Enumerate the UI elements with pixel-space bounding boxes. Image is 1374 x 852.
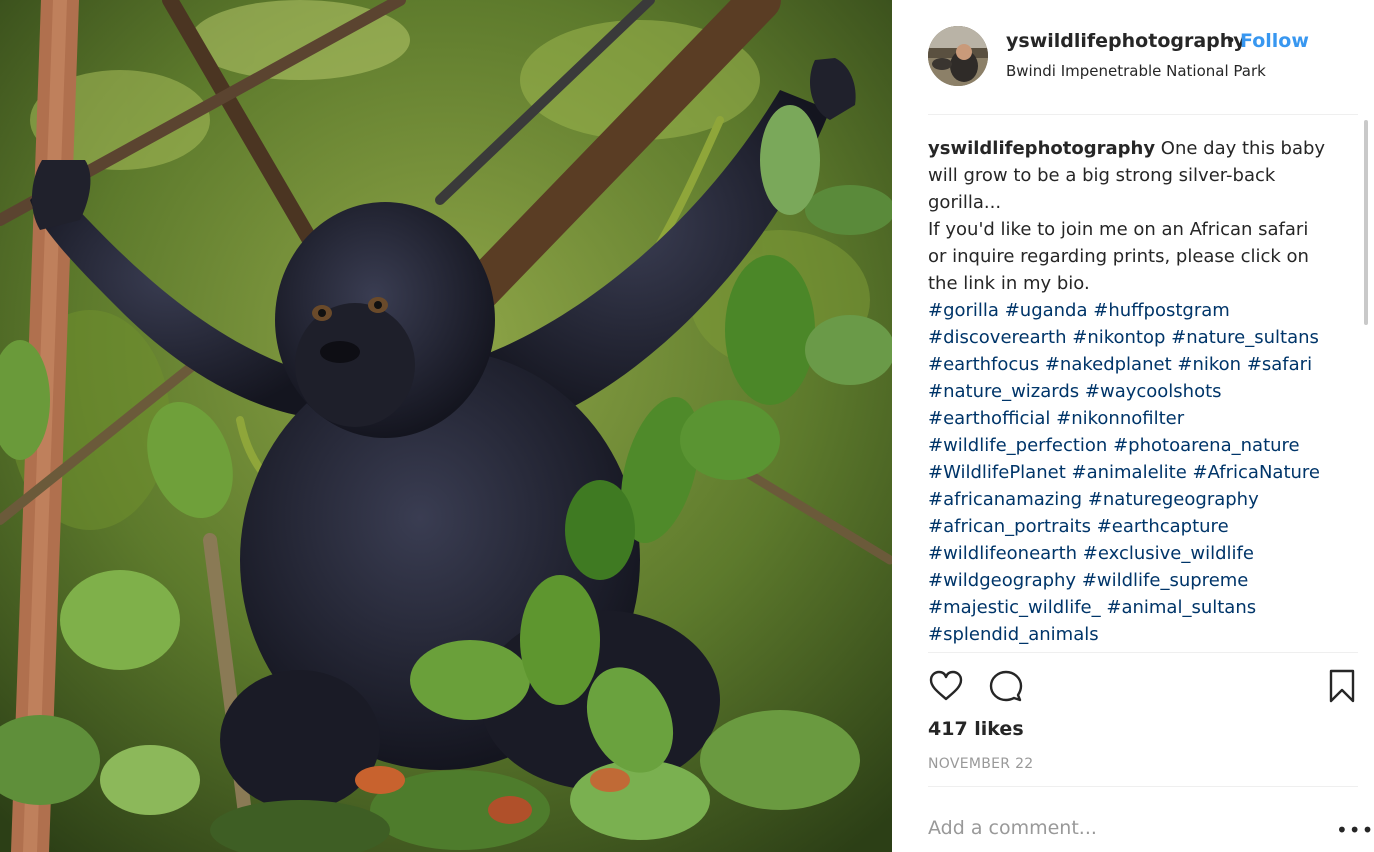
hashtag-link[interactable]: #african_portraits	[928, 516, 1091, 537]
post-caption: yswildlifephotography One day this baby w…	[928, 135, 1328, 648]
hashtag-link[interactable]: #uganda	[1005, 300, 1088, 321]
hashtag-link[interactable]: #wildlifeonearth	[928, 543, 1077, 564]
hashtag-link[interactable]: #exclusive_wildlife	[1083, 543, 1254, 564]
hashtag-link[interactable]: #earthofficial	[928, 408, 1050, 429]
hashtag-link[interactable]: #nikon	[1177, 354, 1241, 375]
hashtag-link[interactable]: #discoverearth	[928, 327, 1067, 348]
hashtag-line: #africanamazing #naturegeography	[928, 486, 1328, 513]
hashtag-line: #nature_wizards #waycoolshots	[928, 378, 1328, 405]
avatar[interactable]	[928, 26, 988, 86]
hashtag-line: #discoverearth #nikontop #nature_sultans	[928, 324, 1328, 351]
hashtag-line: #splendid_animals	[928, 621, 1328, 648]
caption-line: If you'd like to join me on an African s…	[928, 219, 1309, 240]
hashtag-link[interactable]: #earthcapture	[1097, 516, 1229, 537]
hashtag-link[interactable]: #gorilla	[928, 300, 999, 321]
hashtag-link[interactable]: #huffpostgram	[1093, 300, 1230, 321]
header-divider	[928, 114, 1358, 115]
hashtag-link[interactable]: #animalelite	[1072, 462, 1187, 483]
caption-line: will grow to be a big strong silver-back	[928, 165, 1276, 186]
hashtag-link[interactable]: #splendid_animals	[928, 624, 1099, 645]
post-username[interactable]: yswildlifephotography	[1006, 30, 1246, 52]
hashtag-line: #earthfocus #nakedplanet #nikon #safari	[928, 351, 1328, 378]
hashtag-link[interactable]: #AfricaNature	[1193, 462, 1320, 483]
caption-line: gorilla...	[928, 192, 1002, 213]
post-location[interactable]: Bwindi Impenetrable National Park	[1006, 62, 1266, 80]
hashtag-link[interactable]: #nakedplanet	[1045, 354, 1172, 375]
hashtag-link[interactable]: #safari	[1247, 354, 1312, 375]
hashtag-link[interactable]: #earthfocus	[928, 354, 1039, 375]
hashtag-link[interactable]: #photoarena_nature	[1113, 435, 1300, 456]
hashtag-link[interactable]: #nikontop	[1072, 327, 1165, 348]
hashtag-link[interactable]: #nature_sultans	[1171, 327, 1319, 348]
hashtag-line: #earthofficial #nikonnofilter	[928, 405, 1328, 432]
post-actions	[928, 668, 1358, 704]
more-options-button[interactable]: •••	[1336, 818, 1374, 842]
hashtag-link[interactable]: #WildlifePlanet	[928, 462, 1066, 483]
likes-count[interactable]: 417 likes	[928, 718, 1024, 740]
caption-line: the link in my bio.	[928, 273, 1090, 294]
hashtag-line: #wildgeography #wildlife_supreme	[928, 567, 1328, 594]
heart-icon[interactable]	[928, 668, 964, 704]
hashtag-link[interactable]: #nikonnofilter	[1056, 408, 1184, 429]
hashtag-link[interactable]: #animal_sultans	[1106, 597, 1256, 618]
caption-text: One day this baby	[1155, 138, 1326, 159]
caption-line: or inquire regarding prints, please clic…	[928, 246, 1309, 267]
hashtag-link[interactable]: #wildgeography	[928, 570, 1076, 591]
hashtag-line: #majestic_wildlife_ #animal_sultans	[928, 594, 1328, 621]
post-header: yswildlifephotography • Follow Bwindi Im…	[928, 26, 1358, 86]
caption-line: yswildlifephotography One day this baby	[928, 135, 1328, 162]
hashtag-link[interactable]: #waycoolshots	[1085, 381, 1222, 402]
hashtag-link[interactable]: #majestic_wildlife_	[928, 597, 1101, 618]
post-date[interactable]: NOVEMBER 22	[928, 756, 1034, 772]
hashtag-link[interactable]: #nature_wizards	[928, 381, 1079, 402]
hashtag-link[interactable]: #wildlife_supreme	[1082, 570, 1249, 591]
comment-input[interactable]: Add a comment...	[928, 817, 1288, 839]
gorilla-photo-image	[0, 0, 892, 852]
separator-dot: •	[1225, 30, 1237, 52]
post-photo[interactable]	[0, 0, 892, 852]
actions-divider	[928, 652, 1358, 653]
caption-username[interactable]: yswildlifephotography	[928, 138, 1155, 159]
comment-divider	[928, 786, 1358, 787]
comment-icon[interactable]	[988, 668, 1024, 704]
hashtag-link[interactable]: #africanamazing	[928, 489, 1082, 510]
caption-scrollbar[interactable]	[1364, 120, 1368, 325]
hashtag-link[interactable]: #naturegeography	[1088, 489, 1259, 510]
hashtag-link[interactable]: #wildlife_perfection	[928, 435, 1107, 456]
hashtag-line: #wildlifeonearth #exclusive_wildlife	[928, 540, 1328, 567]
post-side-panel: yswildlifephotography • Follow Bwindi Im…	[892, 0, 1374, 852]
bookmark-icon[interactable]	[1324, 668, 1360, 704]
hashtag-line: #WildlifePlanet #animalelite #AfricaNatu…	[928, 459, 1328, 486]
avatar-image	[928, 26, 988, 86]
hashtag-line: #wildlife_perfection #photoarena_nature	[928, 432, 1328, 459]
follow-button[interactable]: Follow	[1240, 30, 1309, 52]
hashtag-line: #african_portraits #earthcapture	[928, 513, 1328, 540]
hashtag-line: #gorilla #uganda #huffpostgram	[928, 297, 1328, 324]
